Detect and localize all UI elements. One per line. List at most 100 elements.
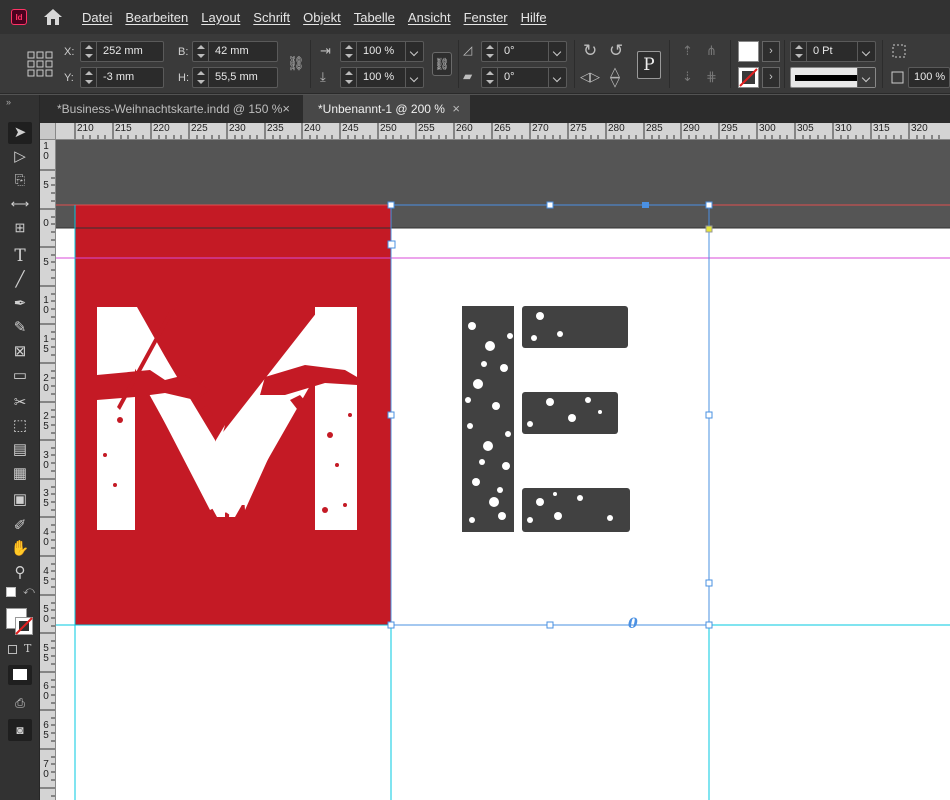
default-colors-icon[interactable] — [6, 587, 16, 597]
flip-horizontal-icon[interactable]: ◁▷ — [580, 69, 600, 85]
stroke-weight-dropdown[interactable] — [857, 42, 875, 61]
ruler-origin[interactable] — [40, 123, 56, 140]
formatting-container-icon[interactable] — [8, 645, 17, 654]
menu-hilfe[interactable]: Hilfe — [521, 10, 547, 25]
shear-field[interactable]: 0° — [481, 67, 567, 88]
paragraph-icon[interactable]: P — [637, 51, 661, 79]
rotate-ccw-icon[interactable]: ↺ — [609, 41, 623, 61]
select-previous-icon[interactable]: ⇣ — [682, 69, 693, 85]
handle-bottom-left[interactable] — [387, 621, 395, 629]
stroke-type-selector[interactable] — [790, 67, 876, 88]
close-tab-icon[interactable]: × — [452, 95, 460, 123]
stroke-color-icon[interactable] — [15, 617, 33, 635]
fill-swatch-menu-icon[interactable]: › — [762, 41, 780, 62]
note-tool[interactable]: ▣ — [8, 489, 32, 511]
document-canvas[interactable]: M — [56, 140, 950, 800]
select-content-icon[interactable]: ⋔ — [706, 43, 717, 59]
normal-view-button[interactable]: ⎙ — [8, 692, 32, 714]
y-stepper[interactable] — [81, 68, 97, 87]
swap-colors-icon[interactable]: ⤺ — [23, 585, 35, 598]
stroke-none-swatch[interactable] — [738, 67, 759, 88]
line-tool[interactable]: ╱ — [8, 269, 32, 291]
gap-tool[interactable]: ⟷ — [8, 193, 32, 215]
constrain-scale-icon[interactable]: ⛓ — [432, 52, 452, 76]
hand-tool[interactable]: ✋ — [8, 538, 32, 560]
formatting-text-icon[interactable]: T — [24, 642, 31, 655]
y-position-field[interactable]: -3 mm — [80, 67, 164, 88]
handle-top-right[interactable] — [705, 201, 713, 209]
tab-business-weihnachtskarte[interactable]: *Business-Weihnachtskarte.indd @ 150 % × — [42, 95, 300, 123]
free-transform-tool[interactable]: ⬚ — [8, 415, 32, 437]
flip-vertical-icon[interactable]: △ ▽ — [610, 65, 620, 88]
height-field[interactable]: 55,5 mm — [192, 67, 278, 88]
handle-mid-right[interactable] — [705, 411, 713, 419]
menu-schrift[interactable]: Schrift — [253, 10, 290, 25]
pen-tool[interactable]: ✒ — [8, 293, 32, 315]
reference-point-icon[interactable] — [27, 51, 53, 77]
vertical-ruler[interactable]: 1050510152025303540455055606570 — [40, 140, 56, 800]
select-container-icon[interactable]: ⇡ — [682, 43, 693, 59]
rotation-stepper[interactable] — [482, 42, 498, 61]
horizontal-ruler[interactable]: 210 215 220 225 230 235 240 245 250 255 260 265 270 2… — [56, 123, 950, 140]
handle-top-left[interactable] — [387, 201, 395, 209]
tab-unbenannt-1[interactable]: *Unbenannt-1 @ 200 % × — [303, 95, 470, 123]
handle-out-port[interactable] — [642, 202, 649, 208]
stroke-swatch-menu-icon[interactable]: › — [762, 67, 780, 88]
fill-swatch[interactable] — [738, 41, 759, 62]
handle-top-mid[interactable] — [546, 201, 554, 209]
scale-y-field[interactable]: 100 % — [340, 67, 424, 88]
rotation-dropdown[interactable] — [548, 42, 566, 61]
collapse-panel-icon[interactable]: » — [6, 97, 11, 107]
gradient-swatch-tool[interactable]: ▤ — [8, 439, 32, 461]
height-stepper[interactable] — [193, 68, 209, 87]
live-corner-handle[interactable] — [705, 225, 713, 233]
indesign-app-icon[interactable]: Id — [11, 9, 27, 25]
close-tab-icon[interactable]: × — [282, 95, 290, 123]
constrain-proportions-icon[interactable]: ⛓ — [287, 55, 305, 72]
stroke-weight-field[interactable]: 0 Pt — [790, 41, 876, 62]
selection-tool[interactable]: ➤ — [8, 122, 32, 144]
handle-mid-left[interactable] — [387, 411, 395, 419]
handle-content-grabber[interactable] — [387, 240, 396, 249]
scissors-tool[interactable]: ✂ — [8, 392, 32, 414]
stroke-weight-stepper[interactable] — [791, 42, 807, 61]
opacity-field[interactable]: 100 % — [908, 67, 950, 88]
menu-objekt[interactable]: Objekt — [303, 10, 341, 25]
stroke-type-dropdown[interactable] — [857, 68, 875, 87]
screen-mode-button[interactable]: ◙ — [8, 719, 32, 741]
zoom-tool[interactable]: ⚲ — [8, 562, 32, 584]
x-position-field[interactable]: 252 mm — [80, 41, 164, 62]
x-stepper[interactable] — [81, 42, 97, 61]
menu-bearbeiten[interactable]: Bearbeiten — [125, 10, 188, 25]
scale-x-dropdown[interactable] — [405, 42, 423, 61]
content-collector-tool[interactable]: ⊞ — [8, 217, 32, 239]
handle-bottom-mid[interactable] — [546, 621, 554, 629]
apply-color-button[interactable] — [8, 665, 32, 685]
direct-selection-tool[interactable]: ▷ — [8, 146, 32, 168]
width-stepper[interactable] — [193, 42, 209, 61]
scale-x-stepper[interactable] — [341, 42, 357, 61]
handle-bottom-right[interactable] — [705, 621, 713, 629]
eyedropper-tool[interactable]: ✐ — [8, 515, 32, 537]
menu-tabelle[interactable]: Tabelle — [354, 10, 395, 25]
scale-y-stepper[interactable] — [341, 68, 357, 87]
menu-ansicht[interactable]: Ansicht — [408, 10, 451, 25]
menu-datei[interactable]: Datei — [82, 10, 112, 25]
rectangle-frame-tool[interactable]: ⊠ — [8, 341, 32, 363]
rotation-field[interactable]: 0° — [481, 41, 567, 62]
gradient-feather-tool[interactable]: ▦ — [8, 463, 32, 485]
corner-options-icon[interactable] — [891, 43, 907, 59]
menu-layout[interactable]: Layout — [201, 10, 240, 25]
rectangle-tool[interactable]: ▭ — [8, 365, 32, 387]
scale-x-field[interactable]: 100 % — [340, 41, 424, 62]
pencil-tool[interactable]: ✎ — [8, 317, 32, 339]
handle-anchor[interactable] — [705, 579, 713, 587]
rotate-cw-icon[interactable]: ↻ — [583, 41, 597, 61]
page-tool[interactable]: ⎘ — [8, 169, 32, 191]
shear-stepper[interactable] — [482, 68, 498, 87]
menu-fenster[interactable]: Fenster — [464, 10, 508, 25]
home-icon[interactable] — [42, 7, 64, 27]
shear-dropdown[interactable] — [548, 68, 566, 87]
width-field[interactable]: 42 mm — [192, 41, 278, 62]
scale-y-dropdown[interactable] — [405, 68, 423, 87]
